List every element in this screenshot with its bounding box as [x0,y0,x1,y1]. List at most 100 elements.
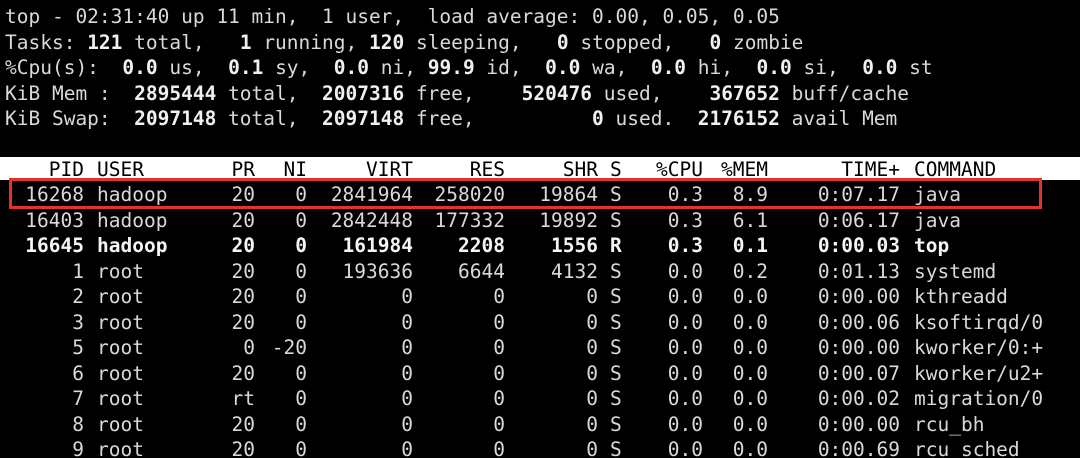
mem-used: 520476 [521,81,593,105]
cell-shr: 0 [586,438,598,458]
cell-virt: 2842448 [330,208,413,232]
cell-pid: 5 [72,336,84,359]
cell-command: kworker/u2+ [914,361,1044,385]
cell-virt: 0 [401,310,413,334]
table-row: 16403 hadoop 20 0 2842448 177332 19892 S 0.3 6.1 0… [0,208,1080,234]
cell-user: hadoop [97,234,168,257]
cell-res: 0 [493,412,505,436]
cell-pr: 20 [231,234,255,257]
cell-res: 0 [493,387,505,410]
cell-pr: rt [231,387,255,410]
cell-pr: 20 [231,183,255,206]
cell-shr: 19892 [539,208,598,232]
column-header-res: RES [469,158,505,181]
cell-pr: 0 [243,336,255,359]
cell-time: 0:00.06 [817,310,900,334]
cell-s: S [610,208,622,232]
cell-s: S [610,183,622,206]
cell-time: 0:00.00 [817,412,900,436]
table-row: 16645 hadoop 20 0 161984 2208 1556 R 0.3 0.1 0:00.… [0,233,1080,259]
swap-avail-label: avail Mem [779,107,898,130]
cell-virt: 193636 [342,259,413,283]
cell-shr: 0 [586,310,598,334]
column-header-s: S [610,158,622,181]
cell-mem: 0.0 [732,438,768,458]
cpu-ni: 0.0 [333,56,370,79]
cell-time: 0:06.17 [817,208,900,232]
cell-s: S [610,259,622,283]
terminal-window[interactable]: top - 02:31:40 up 11 min, 1 user, load a… [0,0,1080,458]
cell-pr: 20 [231,361,255,385]
cpu-si-label: si, [791,56,863,79]
cpu-si: 0.0 [756,56,792,79]
cell-s: S [610,285,622,308]
column-header-time: TIME+ [841,158,900,181]
cell-time: 0:01.13 [817,259,900,283]
cell-shr: 19864 [539,183,598,206]
cell-mem: 8.9 [732,183,768,206]
cell-user: root [97,336,144,359]
cell-virt: 0 [401,438,413,458]
cell-pid: 2 [72,285,84,308]
swap-total: 2097148 [134,107,217,130]
cell-time: 0:00.02 [817,387,900,410]
cell-ni: 0 [295,387,307,410]
cell-cpu: 0.3 [667,208,703,232]
cpu-sy: 0.1 [228,56,264,79]
swap-total-label: total, [216,107,322,130]
cell-pid: 1 [72,259,84,283]
cell-res: 0 [493,310,505,334]
cell-res: 177332 [434,208,505,232]
swap-used: 0 [592,107,604,130]
cell-s: S [610,387,622,410]
tasks-running-label: running, [251,30,369,54]
cell-mem: 6.1 [732,208,768,232]
cell-ni: 0 [295,259,307,283]
cell-command: java [914,183,961,206]
cpu-wa: 0.0 [545,56,581,79]
mem-free-label: free, [404,81,522,105]
cell-command: migration/0 [914,387,1044,410]
cpu-ni-label: ni, [369,56,428,79]
cell-ni: 0 [295,310,307,334]
cell-s: S [610,438,622,458]
cell-virt: 2841964 [330,183,413,206]
table-row: 7 root rt 0 0 0 0 S 0.0 0.0 0:00.02 migration/0 [0,386,1080,412]
column-header-pid: PID [48,158,84,181]
cell-ni: 0 [295,208,307,232]
mem-total: 2895444 [134,81,217,105]
tasks-stopped-label: stopped, [568,30,710,54]
cell-s: S [610,412,622,436]
cell-ni: 0 [295,234,307,257]
cell-command: kthreadd [914,285,1008,308]
cell-pr: 20 [231,285,255,308]
cell-cpu: 0.3 [667,183,703,206]
mem-buff-label: buff/cache [779,81,910,105]
tasks-line: Tasks: 121 total, 1 running, 120 sleepin… [5,30,803,56]
cell-command: java [914,208,961,232]
cpu-us-label: us, [157,56,229,79]
cell-cpu: 0.0 [667,310,703,334]
cell-pr: 20 [231,259,255,283]
table-row: 3 root 20 0 0 0 0 S 0.0 0.0 0:00.06 ksoftirqd/0 [0,310,1080,336]
cell-mem: 0.0 [732,412,768,436]
cell-pr: 20 [231,412,255,436]
cell-cpu: 0.0 [667,387,703,410]
cell-s: S [610,361,622,385]
cell-pid: 3 [72,310,84,334]
cell-mem: 0.2 [732,259,768,283]
cell-command: rcu_bh [914,412,985,436]
cell-res: 0 [493,336,505,359]
cell-res: 6644 [458,259,505,283]
table-row: 16268 hadoop 20 0 2841964 258020 19864 S 0.3 8.9 0… [0,182,1080,208]
table-row: 9 root 20 0 0 0 0 S 0.0 0.0 0:00.69 rcu_sched [0,437,1080,458]
cpu-line: %Cpu(s): 0.0 us, 0.1 sy, 0.0 ni, 99.9 id… [5,55,933,81]
column-header-mem: %MEM [721,158,768,181]
cell-virt: 0 [401,285,413,308]
cpu-wa-label: wa, [580,56,651,79]
tasks-zombie-label: zombie [721,30,804,54]
tasks-prefix: Tasks: [5,30,88,54]
tasks-zombie: 0 [709,30,722,54]
cell-virt: 0 [401,336,413,359]
cell-ni: 0 [295,412,307,436]
